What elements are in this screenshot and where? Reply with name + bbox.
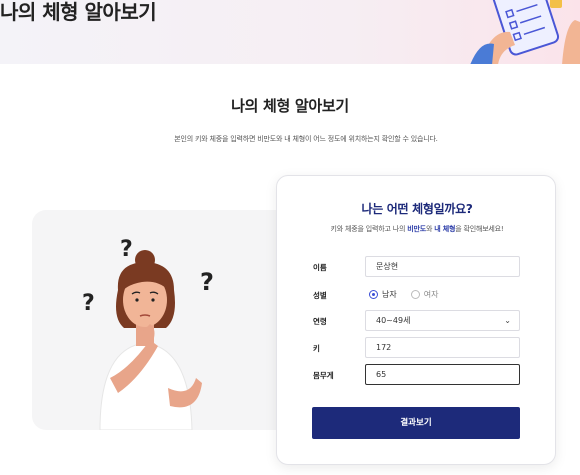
age-label: 연령 — [313, 317, 327, 326]
chevron-down-icon: ⌄ — [504, 316, 511, 325]
weight-input[interactable]: 65 — [365, 364, 520, 385]
gender-female-radio[interactable] — [410, 290, 420, 299]
name-input[interactable]: 문상현 — [365, 256, 520, 277]
name-label: 이름 — [313, 263, 327, 272]
card-subtitle: 키와 체중을 입력하고 나의 비만도와 내 체형을 확인해보세요! — [330, 225, 504, 233]
submit-button[interactable]: 결과보기 — [312, 407, 520, 439]
card-title: 나는 어떤 체형일까요? — [361, 202, 473, 216]
page-description: 본인의 키와 체중을 입력하면 비만도와 내 체형이 어느 정도에 위치하는지 … — [174, 135, 438, 143]
body-type-form-card: 나는 어떤 체형일까요? 키와 체중을 입력하고 나의 비만도와 내 체형을 확… — [276, 175, 556, 465]
question-mark-icon: ? — [200, 268, 214, 296]
top-banner: 나의 체형 알아보기 — [0, 0, 580, 64]
banner-title: 나의 체형 알아보기 — [0, 0, 157, 24]
gender-female-label[interactable]: 여자 — [424, 289, 439, 300]
gender-male-radio[interactable] — [369, 290, 378, 299]
question-mark-icon: ? — [82, 291, 95, 316]
checklist-illustration — [470, 0, 580, 64]
gender-male-label[interactable]: 남자 — [382, 289, 397, 300]
age-select-value: 40~49세 — [376, 316, 411, 325]
gender-radio-group: 남자 여자 — [369, 289, 452, 300]
page-title: 나의 체형 알아보기 — [231, 97, 349, 115]
height-label: 키 — [313, 344, 320, 353]
question-mark-icon: ? — [120, 237, 133, 262]
gender-label: 성별 — [313, 291, 327, 300]
age-select[interactable]: 40~49세 ⌄ — [365, 310, 520, 331]
weight-label: 몸무게 — [313, 371, 334, 380]
thinking-woman-illustration: ? ? ? — [82, 237, 214, 430]
height-input[interactable]: 172 — [365, 337, 520, 358]
